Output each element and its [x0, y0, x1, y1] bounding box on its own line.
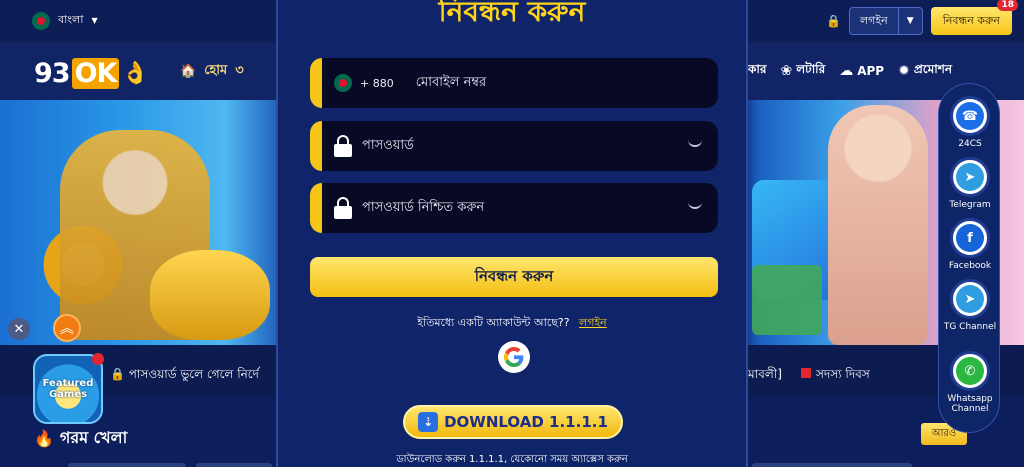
download-label: DOWNLOAD 1.1.1.1	[444, 413, 608, 431]
whatsapp-icon: ✆	[956, 357, 984, 385]
facebook-button[interactable]: f Facebook	[939, 218, 1001, 271]
headset-icon: ☎	[956, 102, 984, 130]
model-image	[828, 105, 928, 345]
logo-ok: OK	[71, 58, 120, 89]
nav-home[interactable]: হোম	[204, 61, 227, 82]
lock-icon	[334, 197, 352, 219]
featured-games-button[interactable]: Featured Games	[33, 353, 104, 424]
scroll-up-icon[interactable]: ︽	[53, 314, 81, 342]
money-image	[752, 265, 822, 335]
modal-title: নিবন্ধন করুন	[438, 0, 586, 28]
login-button[interactable]: লগইন ▼	[848, 7, 923, 35]
featured-games-label: Featured Games	[42, 378, 94, 400]
nav-item-partial[interactable]: ৩	[235, 61, 243, 82]
download-note: ডাউনলোড করুন 1.1.1.1, যেকোনো সময় অ্যাক্…	[396, 454, 628, 465]
caret-down-icon: ▼	[91, 16, 98, 25]
float-label: Whatsapp Channel	[947, 394, 993, 414]
existing-account-line: ইতিমধ্যে একটি অ্যাকাউন্ট আছে?? লগইন	[278, 314, 746, 333]
tg-channel-button[interactable]: ➤ TG Channel	[939, 279, 1001, 332]
home-icon: 🏠	[180, 64, 197, 79]
flag-icon	[800, 368, 811, 378]
register-submit-button[interactable]: নিবন্ধন করুন	[310, 257, 718, 297]
download-box-icon: ⇣	[418, 412, 439, 432]
announcement-text: 🔒 পাসওয়ার্ড ভুলে গেলে নির্দে	[110, 367, 259, 381]
game-card[interactable]	[68, 463, 186, 467]
game-card[interactable]	[752, 463, 912, 467]
whatsapp-channel-button[interactable]: ✆ Whatsapp Channel	[939, 351, 1001, 414]
password-field[interactable]: পাসওয়ার্ড	[310, 121, 718, 171]
country-code[interactable]: + 880	[360, 77, 394, 90]
site-logo[interactable]: 93 OK 👌	[34, 58, 149, 89]
nav-lottery[interactable]: ❀ লটারি	[780, 61, 825, 81]
telegram-button[interactable]: ➤ Telegram	[939, 157, 1001, 210]
facebook-icon: f	[956, 224, 984, 252]
language-label: বাংলা	[58, 13, 84, 26]
existing-account-text: ইতিমধ্যে একটি অ্যাকাউন্ট আছে??	[417, 316, 570, 329]
download-cloud-icon: ☁	[839, 63, 854, 79]
logo-number: 93	[34, 58, 71, 89]
notification-dot	[92, 353, 104, 365]
hot-games-heading: 🔥 গরম খেলা	[34, 425, 127, 452]
confirm-password-placeholder: পাসওয়ার্ড নিশ্চিত করুন	[362, 199, 485, 215]
login-button-label: লগইন	[859, 13, 888, 27]
nav-item-partial-right[interactable]: কার	[748, 61, 766, 81]
contact-floatbar: ☎ 24CS ➤ Telegram f Facebook ➤ TG Channe…	[938, 83, 1000, 433]
telegram-icon: ➤	[956, 163, 984, 191]
chevron-down-icon[interactable]: ▼	[897, 8, 922, 34]
google-icon	[504, 347, 524, 367]
support-24cs-button[interactable]: ☎ 24CS	[939, 96, 1001, 149]
nav-left-items: 🏠 হোম ৩	[180, 61, 244, 82]
confirm-password-field[interactable]: পাসওয়ার্ড নিশ্চিত করুন	[310, 183, 718, 233]
game-card[interactable]	[196, 463, 272, 467]
nav-right-items: কার ❀ লটারি ☁ APP ✹ প্রমোশন	[748, 61, 952, 81]
gear-badge-icon: ✹	[898, 63, 910, 79]
lock-icon: 🔒	[826, 14, 841, 28]
eye-closed-icon[interactable]	[688, 201, 702, 209]
login-link[interactable]: লগইন	[579, 316, 607, 329]
announcement-text-right: মাবলী] সদস্য দিবস	[748, 367, 870, 381]
nav-app[interactable]: ☁ APP	[839, 63, 884, 79]
float-label: 24CS	[958, 139, 982, 149]
top-actions: 🔒 লগইন ▼ নিবন্ধন করুন 18	[826, 0, 1018, 35]
age-badge: 18	[997, 0, 1018, 11]
phone-field[interactable]: + 880 মোবাইল নম্বর	[310, 58, 718, 108]
register-button-label: নিবন্ধন করুন	[942, 13, 1000, 27]
float-label: Telegram	[949, 200, 991, 210]
register-modal: নিবন্ধন করুন + 880 মোবাইল নম্বর পাসওয়ার…	[276, 0, 748, 467]
nav-promotion[interactable]: ✹ প্রমোশন	[898, 61, 952, 81]
bangladesh-flag-icon	[32, 11, 50, 30]
google-login-button[interactable]	[498, 341, 530, 373]
float-label: TG Channel	[943, 322, 997, 332]
lock-icon	[334, 135, 352, 157]
phone-placeholder: মোবাইল নম্বর	[415, 74, 487, 90]
gift-bag-image	[150, 250, 270, 340]
hot-games-title: গরম খেলা	[59, 428, 128, 447]
lottery-icon: ❀	[780, 63, 793, 79]
password-placeholder: পাসওয়ার্ড	[362, 137, 414, 153]
telegram-icon: ➤	[956, 285, 984, 313]
float-label: Facebook	[948, 261, 992, 271]
flame-icon: 🔥	[34, 429, 54, 448]
eye-closed-icon[interactable]	[688, 139, 702, 147]
lock-icon: 🔒	[110, 367, 125, 381]
bangladesh-flag-icon	[334, 74, 352, 92]
register-button[interactable]: নিবন্ধন করুন 18	[930, 0, 1018, 35]
close-icon[interactable]: ✕	[8, 318, 30, 340]
language-selector[interactable]: বাংলা ▼	[32, 11, 98, 30]
ok-hand-icon: 👌	[121, 61, 148, 86]
download-app-button[interactable]: ⇣ DOWNLOAD 1.1.1.1	[403, 405, 623, 439]
